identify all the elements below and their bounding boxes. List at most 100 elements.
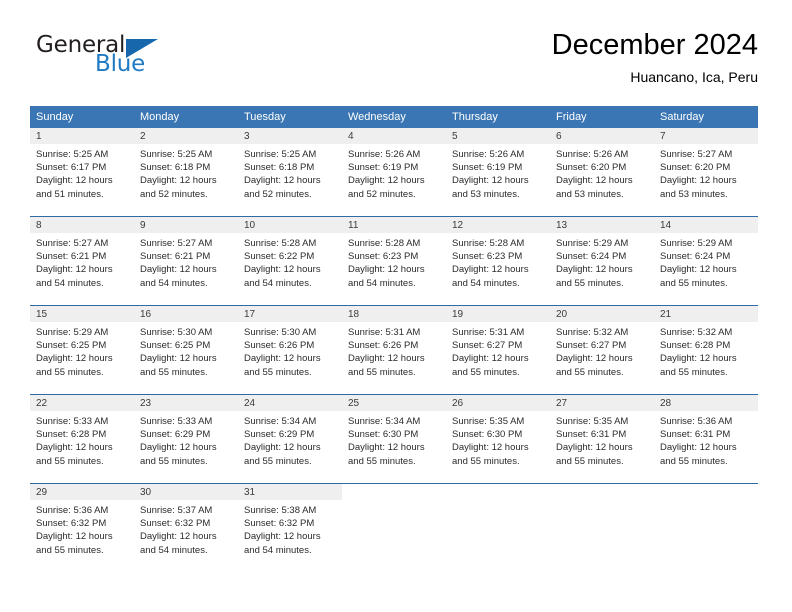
day-details: Sunrise: 5:31 AM Sunset: 6:27 PM Daylight:… <box>446 322 550 394</box>
page-title: December 2024 <box>551 29 758 61</box>
day-number: 2 <box>134 128 238 144</box>
brand-logo[interactable]: General Blue <box>36 32 226 90</box>
day-details <box>342 500 446 572</box>
calendar-day-cell[interactable]: 6 Sunrise: 5:26 AM Sunset: 6:20 PM Daylight… <box>550 128 654 216</box>
day-detail-line: Daylight: 12 hours <box>660 442 737 454</box>
day-detail-line: Daylight: 12 hours <box>556 264 633 276</box>
day-detail-line: Sunset: 6:18 PM <box>140 162 211 174</box>
day-detail-line: and 55 minutes. <box>36 455 104 467</box>
day-number: 22 <box>30 395 134 411</box>
day-detail-line: Daylight: 12 hours <box>660 264 737 276</box>
calendar-day-cell[interactable]: 29 Sunrise: 5:36 AM Sunset: 6:32 PM Dayligh… <box>30 484 134 572</box>
day-number <box>446 484 550 500</box>
day-detail-line: Daylight: 12 hours <box>452 353 529 365</box>
day-detail-line: Sunrise: 5:33 AM <box>140 416 213 427</box>
calendar-day-cell[interactable]: 28 Sunrise: 5:36 AM Sunset: 6:31 PM Dayligh… <box>654 395 758 483</box>
day-number <box>550 484 654 500</box>
day-number: 28 <box>654 395 758 411</box>
day-detail-line: Sunset: 6:25 PM <box>140 340 211 352</box>
day-detail-line: Sunset: 6:23 PM <box>348 251 419 263</box>
day-detail-line: Sunrise: 5:28 AM <box>244 238 317 249</box>
day-detail-line: Sunset: 6:28 PM <box>36 429 107 441</box>
calendar-grid: Sunday Monday Tuesday Wednesday Thursday Frid… <box>30 106 758 572</box>
calendar-day-cell[interactable]: 11 Sunrise: 5:28 AM Sunset: 6:23 PM Dayligh… <box>342 217 446 305</box>
calendar-day-cell[interactable]: 5 Sunrise: 5:26 AM Sunset: 6:19 PM Daylight… <box>446 128 550 216</box>
day-number: 24 <box>238 395 342 411</box>
calendar-day-cell[interactable]: 22 Sunrise: 5:33 AM Sunset: 6:28 PM Dayligh… <box>30 395 134 483</box>
day-detail-line: Sunrise: 5:25 AM <box>244 149 317 160</box>
day-details: Sunrise: 5:33 AM Sunset: 6:28 PM Daylight:… <box>30 411 134 483</box>
day-detail-line: Sunrise: 5:30 AM <box>140 327 213 338</box>
calendar-day-cell[interactable]: 21 Sunrise: 5:32 AM Sunset: 6:28 PM Dayligh… <box>654 306 758 394</box>
day-number: 23 <box>134 395 238 411</box>
day-details: Sunrise: 5:38 AM Sunset: 6:32 PM Daylight:… <box>238 500 342 572</box>
day-detail-line: Sunrise: 5:29 AM <box>660 238 733 249</box>
calendar-day-cell[interactable]: 10 Sunrise: 5:28 AM Sunset: 6:22 PM Dayligh… <box>238 217 342 305</box>
day-details: Sunrise: 5:26 AM Sunset: 6:20 PM Daylight:… <box>550 144 654 216</box>
calendar-day-cell[interactable]: 7 Sunrise: 5:27 AM Sunset: 6:20 PM Daylight… <box>654 128 758 216</box>
calendar-day-cell[interactable]: 23 Sunrise: 5:33 AM Sunset: 6:29 PM Dayligh… <box>134 395 238 483</box>
calendar-day-cell[interactable]: 12 Sunrise: 5:28 AM Sunset: 6:23 PM Dayligh… <box>446 217 550 305</box>
calendar-day-cell[interactable]: 24 Sunrise: 5:34 AM Sunset: 6:29 PM Dayligh… <box>238 395 342 483</box>
day-detail-line: Sunrise: 5:32 AM <box>660 327 733 338</box>
day-detail-line: Sunset: 6:29 PM <box>244 429 315 441</box>
location-subtitle: Huancano, Ica, Peru <box>630 69 758 85</box>
day-detail-line: Daylight: 12 hours <box>36 175 113 187</box>
calendar-day-cell[interactable]: 26 Sunrise: 5:35 AM Sunset: 6:30 PM Dayligh… <box>446 395 550 483</box>
brand-name-blue: Blue <box>95 51 146 77</box>
day-detail-line: Daylight: 12 hours <box>348 442 425 454</box>
calendar-day-cell[interactable]: 25 Sunrise: 5:34 AM Sunset: 6:30 PM Dayligh… <box>342 395 446 483</box>
day-detail-line: and 54 minutes. <box>244 277 312 289</box>
weekday-header-thursday: Thursday <box>452 111 498 123</box>
day-number: 3 <box>238 128 342 144</box>
calendar-day-cell[interactable]: 3 Sunrise: 5:25 AM Sunset: 6:18 PM Daylight… <box>238 128 342 216</box>
calendar-day-cell[interactable]: 14 Sunrise: 5:29 AM Sunset: 6:24 PM Dayligh… <box>654 217 758 305</box>
calendar-day-cell[interactable]: 31 Sunrise: 5:38 AM Sunset: 6:32 PM Dayligh… <box>238 484 342 572</box>
day-details: Sunrise: 5:28 AM Sunset: 6:22 PM Daylight:… <box>238 233 342 305</box>
page-header: General Blue December 2024 Huancano, Ica… <box>30 28 758 98</box>
day-details: Sunrise: 5:37 AM Sunset: 6:32 PM Daylight:… <box>134 500 238 572</box>
calendar-day-cell[interactable]: 27 Sunrise: 5:35 AM Sunset: 6:31 PM Dayligh… <box>550 395 654 483</box>
day-details: Sunrise: 5:25 AM Sunset: 6:18 PM Daylight:… <box>134 144 238 216</box>
day-detail-line: and 55 minutes. <box>452 366 520 378</box>
day-detail-line: and 55 minutes. <box>660 366 728 378</box>
calendar-day-cell[interactable]: 19 Sunrise: 5:31 AM Sunset: 6:27 PM Dayligh… <box>446 306 550 394</box>
day-detail-line: and 54 minutes. <box>36 277 104 289</box>
calendar-day-cell[interactable]: 20 Sunrise: 5:32 AM Sunset: 6:27 PM Dayligh… <box>550 306 654 394</box>
calendar-day-cell[interactable]: 2 Sunrise: 5:25 AM Sunset: 6:18 PM Daylight… <box>134 128 238 216</box>
day-detail-line: and 55 minutes. <box>140 455 208 467</box>
day-detail-line: Daylight: 12 hours <box>36 264 113 276</box>
calendar-day-cell[interactable]: 18 Sunrise: 5:31 AM Sunset: 6:26 PM Dayligh… <box>342 306 446 394</box>
day-detail-line: Daylight: 12 hours <box>140 442 217 454</box>
calendar-day-cell[interactable]: 8 Sunrise: 5:27 AM Sunset: 6:21 PM Daylight… <box>30 217 134 305</box>
day-detail-line: Sunset: 6:26 PM <box>244 340 315 352</box>
calendar-day-cell[interactable]: 15 Sunrise: 5:29 AM Sunset: 6:25 PM Dayligh… <box>30 306 134 394</box>
day-detail-line: and 54 minutes. <box>452 277 520 289</box>
day-number: 31 <box>238 484 342 500</box>
day-detail-line: Sunset: 6:30 PM <box>348 429 419 441</box>
day-detail-line: Daylight: 12 hours <box>244 353 321 365</box>
day-detail-line: Sunset: 6:19 PM <box>348 162 419 174</box>
calendar-day-cell[interactable]: 9 Sunrise: 5:27 AM Sunset: 6:21 PM Daylight… <box>134 217 238 305</box>
calendar-day-cell[interactable]: 17 Sunrise: 5:30 AM Sunset: 6:26 PM Dayligh… <box>238 306 342 394</box>
day-detail-line: Sunrise: 5:36 AM <box>36 505 109 516</box>
day-details: Sunrise: 5:29 AM Sunset: 6:24 PM Daylight:… <box>550 233 654 305</box>
calendar-week-row: 1 Sunrise: 5:25 AM Sunset: 6:17 PM Daylight… <box>30 128 758 216</box>
day-number: 5 <box>446 128 550 144</box>
day-details: Sunrise: 5:32 AM Sunset: 6:28 PM Daylight:… <box>654 322 758 394</box>
calendar-day-cell[interactable]: 1 Sunrise: 5:25 AM Sunset: 6:17 PM Daylight… <box>30 128 134 216</box>
day-detail-line: Sunrise: 5:28 AM <box>348 238 421 249</box>
day-details: Sunrise: 5:26 AM Sunset: 6:19 PM Daylight:… <box>446 144 550 216</box>
calendar-day-cell[interactable]: 30 Sunrise: 5:37 AM Sunset: 6:32 PM Dayligh… <box>134 484 238 572</box>
day-detail-line: Sunset: 6:31 PM <box>556 429 627 441</box>
weekday-header-monday: Monday <box>140 111 180 123</box>
day-detail-line: Sunset: 6:21 PM <box>36 251 107 263</box>
calendar-day-cell[interactable]: 4 Sunrise: 5:26 AM Sunset: 6:19 PM Daylight… <box>342 128 446 216</box>
calendar-day-cell[interactable]: 13 Sunrise: 5:29 AM Sunset: 6:24 PM Dayligh… <box>550 217 654 305</box>
day-detail-line: Sunset: 6:29 PM <box>140 429 211 441</box>
day-detail-line: Sunset: 6:26 PM <box>348 340 419 352</box>
day-number: 1 <box>30 128 134 144</box>
calendar-day-cell[interactable]: 16 Sunrise: 5:30 AM Sunset: 6:25 PM Dayligh… <box>134 306 238 394</box>
day-detail-line: and 55 minutes. <box>660 455 728 467</box>
day-details <box>446 500 550 572</box>
